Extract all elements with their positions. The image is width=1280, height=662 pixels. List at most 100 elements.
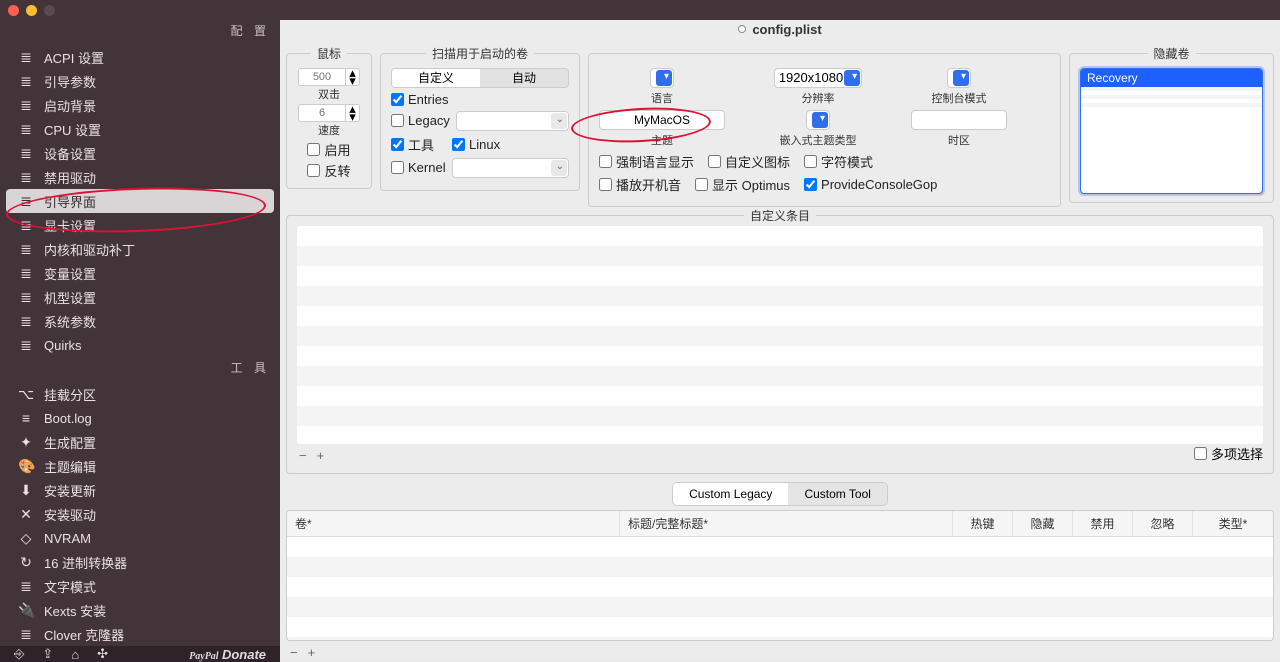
list-icon: ≣ bbox=[18, 73, 34, 90]
language-combo[interactable] bbox=[650, 68, 674, 88]
window-close-icon[interactable] bbox=[8, 5, 19, 16]
sidebar-tool-5[interactable]: ✕安装驱动 bbox=[0, 502, 280, 526]
sidebar: 配 置 ≣ACPI 设置≣引导参数≣启动背景≣CPU 设置≣设备设置≣禁用驱动≣… bbox=[0, 20, 280, 660]
scan-linux-checkbox[interactable] bbox=[452, 138, 465, 151]
tool-icon: ≣ bbox=[18, 626, 34, 643]
add-entry-button[interactable]: + bbox=[317, 448, 325, 463]
mouse-doubleclick-stepper[interactable]: ▴▾ bbox=[346, 68, 360, 86]
list-icon: ≣ bbox=[18, 97, 34, 114]
sidebar-item-8[interactable]: ≣内核和驱动补丁 bbox=[0, 237, 280, 261]
sidebar-tool-0[interactable]: ⌥挂载分区 bbox=[0, 382, 280, 406]
remove-entry-button[interactable]: − bbox=[299, 448, 307, 463]
col-type[interactable]: 类型* bbox=[1193, 511, 1273, 536]
multi-select-checkbox[interactable] bbox=[1194, 447, 1207, 460]
hidden-volumes-list[interactable]: Recovery bbox=[1080, 68, 1263, 194]
group-center: 语言 1920x1080分辨率 控制台模式 主题 嵌入式主题类型 时区 强制语言… bbox=[588, 53, 1061, 207]
col-ignore[interactable]: 忽略 bbox=[1133, 511, 1193, 536]
list-icon: ≣ bbox=[18, 145, 34, 162]
custom-icon-checkbox[interactable] bbox=[708, 155, 721, 168]
embedded-theme-combo[interactable] bbox=[806, 110, 830, 130]
provide-console-gop-checkbox[interactable] bbox=[804, 178, 817, 191]
sidebar-tool-4[interactable]: ⬇安装更新 bbox=[0, 478, 280, 502]
sidebar-section-tools: 工 具 bbox=[0, 357, 280, 382]
sidebar-section-config: 配 置 bbox=[0, 20, 280, 45]
window-max-icon[interactable] bbox=[44, 5, 55, 16]
col-disabled[interactable]: 禁用 bbox=[1073, 511, 1133, 536]
document-title: config.plist bbox=[752, 22, 821, 37]
tool-icon: ✦ bbox=[18, 434, 34, 451]
sidebar-tool-9[interactable]: 🔌Kexts 安装 bbox=[0, 598, 280, 622]
scan-legacy-checkbox[interactable] bbox=[391, 114, 404, 127]
sidebar-item-12[interactable]: ≣Quirks bbox=[0, 333, 280, 357]
donate-link[interactable]: PayPal Donate bbox=[189, 647, 266, 662]
tool-icon: 🔌 bbox=[18, 602, 34, 619]
hidden-volume-item[interactable]: Recovery bbox=[1081, 69, 1262, 87]
col-title[interactable]: 标题/完整标题* bbox=[620, 511, 953, 536]
sidebar-tool-1[interactable]: ≡Boot.log bbox=[0, 406, 280, 430]
text-mode-checkbox[interactable] bbox=[804, 155, 817, 168]
mouse-invert-checkbox[interactable] bbox=[307, 164, 320, 177]
tab-custom-legacy[interactable]: Custom Legacy bbox=[673, 483, 788, 505]
theme-input[interactable] bbox=[599, 110, 725, 130]
scan-kernel-checkbox[interactable] bbox=[391, 161, 404, 174]
show-optimus-checkbox[interactable] bbox=[695, 178, 708, 191]
list-icon: ≣ bbox=[18, 289, 34, 306]
tool-icon: ↻ bbox=[18, 554, 34, 571]
console-mode-combo[interactable] bbox=[947, 68, 971, 88]
tool-icon: ✕ bbox=[18, 506, 34, 523]
sidebar-item-9[interactable]: ≣变量设置 bbox=[0, 261, 280, 285]
tool-icon: 🎨 bbox=[18, 458, 34, 475]
mouse-doubleclick-input[interactable] bbox=[298, 68, 346, 86]
list-icon: ≣ bbox=[18, 49, 34, 66]
sidebar-item-7[interactable]: ≣显卡设置 bbox=[0, 213, 280, 237]
scan-legacy-combo[interactable] bbox=[456, 111, 569, 131]
force-language-checkbox[interactable] bbox=[599, 155, 612, 168]
document-status-icon bbox=[738, 25, 746, 33]
sidebar-tool-7[interactable]: ↻16 进制转换器 bbox=[0, 550, 280, 574]
sidebar-tool-2[interactable]: ✦生成配置 bbox=[0, 430, 280, 454]
sidebar-item-0[interactable]: ≣ACPI 设置 bbox=[0, 45, 280, 69]
list-icon: ≣ bbox=[18, 121, 34, 138]
remove-legacy-button[interactable]: − bbox=[290, 645, 298, 660]
scan-tab-auto[interactable]: 自动 bbox=[480, 69, 568, 87]
window-min-icon[interactable] bbox=[26, 5, 37, 16]
list-icon: ≣ bbox=[18, 169, 34, 186]
list-icon: ≣ bbox=[18, 217, 34, 234]
sidebar-tool-10[interactable]: ≣Clover 克隆器 bbox=[0, 622, 280, 646]
sidebar-item-2[interactable]: ≣启动背景 bbox=[0, 93, 280, 117]
resolution-combo[interactable]: 1920x1080 bbox=[774, 68, 862, 88]
sidebar-item-4[interactable]: ≣设备设置 bbox=[0, 141, 280, 165]
tool-icon: ≡ bbox=[18, 410, 34, 426]
legacy-table: 卷* 标题/完整标题* 热键 隐藏 禁用 忽略 类型* bbox=[286, 510, 1274, 641]
sidebar-item-5[interactable]: ≣禁用驱动 bbox=[0, 165, 280, 189]
section-custom-entries: 自定义条目 − + 多项选择 bbox=[286, 215, 1274, 474]
mouse-speed-input[interactable] bbox=[298, 104, 346, 122]
scan-entries-checkbox[interactable] bbox=[391, 93, 404, 106]
custom-entries-list[interactable] bbox=[297, 226, 1263, 444]
sidebar-item-3[interactable]: ≣CPU 设置 bbox=[0, 117, 280, 141]
sidebar-item-6[interactable]: ≣引导界面 bbox=[6, 189, 274, 213]
scan-tab-custom[interactable]: 自定义 bbox=[392, 69, 480, 87]
sidebar-tool-3[interactable]: 🎨主题编辑 bbox=[0, 454, 280, 478]
mouse-enable-checkbox[interactable] bbox=[307, 143, 320, 156]
group-hidden: 隐藏卷 Recovery bbox=[1069, 53, 1274, 203]
scan-kernel-combo[interactable] bbox=[452, 158, 569, 178]
sidebar-item-1[interactable]: ≣引导参数 bbox=[0, 69, 280, 93]
sidebar-item-10[interactable]: ≣机型设置 bbox=[0, 285, 280, 309]
tool-icon: ⌥ bbox=[18, 386, 34, 403]
add-legacy-button[interactable]: + bbox=[308, 645, 316, 660]
scan-tools-checkbox[interactable] bbox=[391, 138, 404, 151]
boot-sound-checkbox[interactable] bbox=[599, 178, 612, 191]
col-hidden[interactable]: 隐藏 bbox=[1013, 511, 1073, 536]
timezone-input[interactable] bbox=[911, 110, 1007, 130]
tab-custom-tool[interactable]: Custom Tool bbox=[788, 483, 886, 505]
home-icon[interactable]: ⌂ bbox=[71, 647, 79, 662]
col-hotkey[interactable]: 热键 bbox=[953, 511, 1013, 536]
sidebar-item-11[interactable]: ≣系统参数 bbox=[0, 309, 280, 333]
legacy-table-body[interactable] bbox=[287, 537, 1273, 640]
col-volume[interactable]: 卷* bbox=[287, 511, 620, 536]
mouse-speed-stepper[interactable]: ▴▾ bbox=[346, 104, 360, 122]
sidebar-tool-6[interactable]: ◇NVRAM bbox=[0, 526, 280, 550]
tool-icon: ⬇ bbox=[18, 482, 34, 499]
sidebar-tool-8[interactable]: ≣文字模式 bbox=[0, 574, 280, 598]
